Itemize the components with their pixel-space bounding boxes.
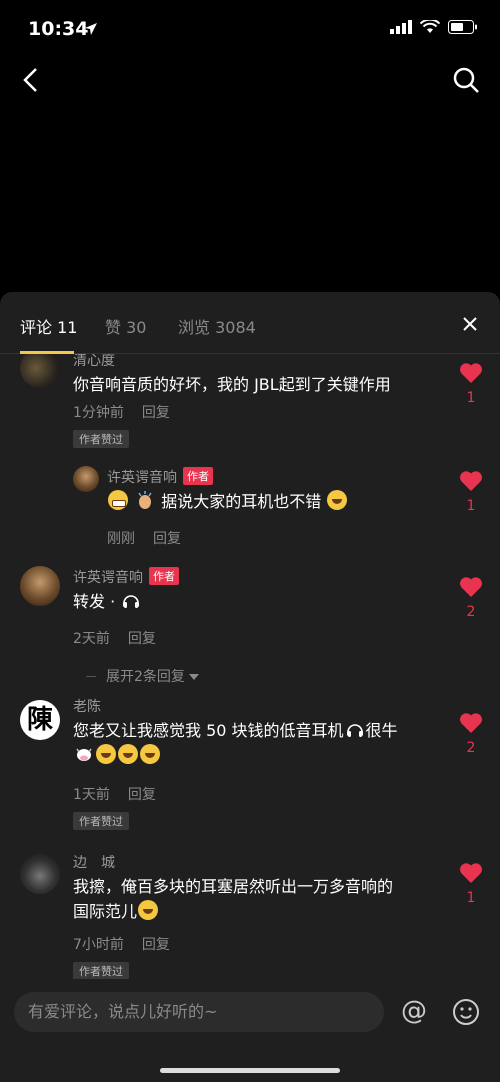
clapping-hands-icon xyxy=(138,491,152,509)
emoji-picker-icon[interactable] xyxy=(452,998,480,1026)
like-button[interactable]: 1 xyxy=(458,470,484,514)
comment-time: 7小时前 xyxy=(73,937,124,953)
comment-input-bar: 有爱评论，说点儿好听的~ @ xyxy=(0,980,500,1082)
like-count: 2 xyxy=(466,740,476,756)
headphones-icon xyxy=(123,595,140,608)
author-badge: 作者 xyxy=(149,567,179,585)
like-count: 1 xyxy=(466,498,476,514)
like-button[interactable]: 2 xyxy=(458,712,484,756)
avatar[interactable] xyxy=(73,466,99,492)
search-button[interactable] xyxy=(448,62,484,98)
reply-button[interactable]: 回复 xyxy=(153,531,181,547)
comment-author[interactable]: 清心度 xyxy=(73,354,115,370)
comment-time: 1天前 xyxy=(73,787,110,803)
expand-divider xyxy=(86,676,96,677)
avatar[interactable] xyxy=(20,354,60,388)
comment-author[interactable]: 老陈 xyxy=(73,696,101,716)
like-button[interactable]: 1 xyxy=(458,862,484,906)
location-arrow-icon xyxy=(85,23,97,35)
comment-meta: 1天前 回复 xyxy=(73,784,156,804)
heart-icon xyxy=(460,863,482,883)
comment-author[interactable]: 许英谔音响 作者 xyxy=(107,467,213,487)
comment-text[interactable]: 你音响音质的好坏，我的 JBL起到了关键作用 xyxy=(73,372,391,397)
comment-time: 2天前 xyxy=(73,631,110,647)
heart-icon xyxy=(460,471,482,491)
battery-icon xyxy=(448,20,477,34)
laughing-emoji-icon xyxy=(140,744,160,764)
caret-down-icon xyxy=(189,674,200,680)
mention-button[interactable]: @ xyxy=(398,996,430,1026)
comment-author[interactable]: 边 城 xyxy=(73,852,115,872)
heart-icon xyxy=(460,713,482,733)
headphones-icon xyxy=(346,724,363,737)
comment-input[interactable]: 有爱评论，说点儿好听的~ xyxy=(14,992,384,1032)
comment-meta: 2天前 回复 xyxy=(73,628,156,648)
search-icon xyxy=(453,67,479,93)
avatar[interactable] xyxy=(20,566,60,606)
close-icon[interactable] xyxy=(460,314,480,334)
laughing-emoji-icon xyxy=(327,490,348,510)
avatar[interactable]: 陳 xyxy=(20,700,60,740)
author-liked-tag: 作者赞过 xyxy=(73,962,129,979)
comment-meta: 刚刚 回复 xyxy=(107,528,181,548)
like-count: 1 xyxy=(466,390,476,406)
cellular-signal-icon xyxy=(390,20,412,34)
status-time: 10:34 xyxy=(28,18,89,40)
comment-text[interactable]: 据说大家的耳机也不错 xyxy=(107,489,348,514)
back-button[interactable] xyxy=(14,62,46,98)
comment-text[interactable]: 转发 · xyxy=(73,589,142,614)
avatar[interactable] xyxy=(20,854,60,894)
cow-emoji-icon xyxy=(76,748,92,761)
reply-button[interactable]: 回复 xyxy=(142,937,170,953)
comment-meta: 7小时前 回复 xyxy=(73,934,170,954)
comment-author[interactable]: 许英谔音响 作者 xyxy=(73,567,179,587)
heart-icon xyxy=(460,363,482,383)
comment-list: 清心度 你音响音质的好坏，我的 JBL起到了关键作用 1分钟前 回复 作者赞过 1… xyxy=(0,354,500,979)
like-count: 2 xyxy=(466,604,476,620)
like-button[interactable]: 2 xyxy=(458,576,484,620)
comment-meta: 1分钟前 回复 xyxy=(73,402,170,422)
tab-comments[interactable]: 评论 11 xyxy=(20,314,77,338)
tab-bar: 评论 11 赞 30 浏览 3084 xyxy=(0,292,500,354)
grin-emoji-icon xyxy=(108,490,128,510)
laughing-emoji-icon xyxy=(96,744,116,764)
author-badge: 作者 xyxy=(183,467,213,485)
reply-button[interactable]: 回复 xyxy=(142,405,170,421)
author-liked-tag: 作者赞过 xyxy=(73,430,129,448)
comment-text[interactable]: 您老又让我感觉我 50 块钱的低音耳机 很牛 xyxy=(73,718,398,768)
tab-views[interactable]: 浏览 3084 xyxy=(178,314,256,338)
expand-replies-button[interactable]: 展开2条回复 xyxy=(106,666,200,686)
status-bar: 10:34 xyxy=(0,0,500,60)
reply-button[interactable]: 回复 xyxy=(128,631,156,647)
heart-icon xyxy=(460,577,482,597)
wifi-icon xyxy=(420,20,440,33)
comment-text[interactable]: 我擦，俺百多块的耳塞居然听出一万多音响的 国际范儿 xyxy=(73,874,393,924)
reply-button[interactable]: 回复 xyxy=(128,787,156,803)
laughing-emoji-icon xyxy=(118,744,138,764)
chevron-left-icon xyxy=(23,68,37,92)
comment-sheet: 评论 11 赞 30 浏览 3084 清心度 你音响音质的好坏，我的 JBL起到… xyxy=(0,292,500,1082)
comment-time: 刚刚 xyxy=(107,531,135,547)
comment-time: 1分钟前 xyxy=(73,405,124,421)
status-icons xyxy=(390,20,478,34)
tab-likes[interactable]: 赞 30 xyxy=(105,314,146,338)
like-count: 1 xyxy=(466,890,476,906)
laughing-emoji-icon xyxy=(138,900,159,920)
like-button[interactable]: 1 xyxy=(458,362,484,406)
home-indicator xyxy=(160,1068,340,1073)
author-liked-tag: 作者赞过 xyxy=(73,812,129,830)
